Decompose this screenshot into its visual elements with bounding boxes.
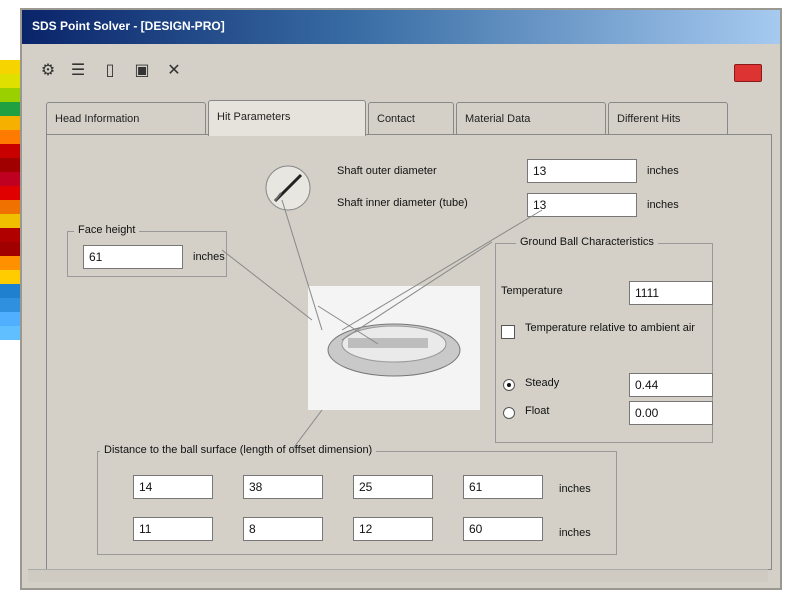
strip-segment [0, 116, 20, 130]
strip-segment [0, 214, 20, 228]
strip-segment [0, 326, 20, 340]
dialog-window: SDS Point Solver - [DESIGN-PRO] ⚙ ☰ ▯ ▣ … [20, 8, 782, 590]
strip-segment [0, 186, 20, 200]
strip-segment [0, 130, 20, 144]
bottom-scrollbar[interactable] [28, 569, 768, 582]
strip-segment [0, 312, 20, 326]
strip-segment [0, 144, 20, 158]
strip-segment [0, 74, 20, 88]
strip-segment [0, 298, 20, 312]
background-color-strip [0, 60, 20, 597]
strip-segment [0, 256, 20, 270]
strip-segment [0, 270, 20, 284]
strip-segment [0, 60, 20, 74]
strip-segment [0, 88, 20, 102]
connector-lines [221, 199, 543, 451]
tab-label: Hit Parameters [217, 111, 291, 123]
strip-segment [0, 228, 20, 242]
strip-segment [0, 102, 20, 116]
strip-segment [0, 242, 20, 256]
strip-segment [0, 284, 20, 298]
strip-segment [0, 172, 20, 186]
strip-segment [0, 200, 20, 214]
tab-hit-parameters[interactable]: Hit Parameters [208, 100, 366, 136]
strip-segment [0, 158, 20, 172]
